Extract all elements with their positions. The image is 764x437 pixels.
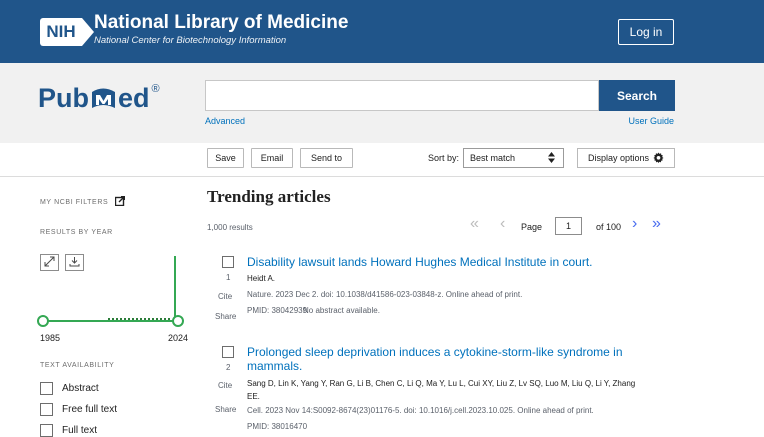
login-button[interactable]: Log in (618, 19, 674, 45)
article-pmid: PMID: 38016470 (247, 422, 308, 431)
article-authors-line2: EE. (247, 392, 260, 401)
filter-checkbox[interactable] (40, 424, 53, 437)
year-end-label: 2024 (168, 333, 189, 343)
filter-label: Abstract (62, 383, 99, 394)
pubmed-logo-text-right: ed (118, 83, 150, 113)
send-to-button[interactable]: Send to (300, 148, 353, 168)
sort-select[interactable]: Best match (463, 148, 564, 168)
next-page-icon[interactable]: › (632, 215, 637, 233)
display-options-label: Display options (587, 153, 650, 163)
search-button[interactable]: Search (599, 80, 675, 111)
nih-badge: NIH (40, 17, 94, 46)
article-checkbox[interactable] (222, 346, 234, 358)
share-button[interactable]: Share (215, 312, 236, 321)
article-citation: Nature. 2023 Dec 2. doi: 10.1038/d41586-… (247, 290, 523, 299)
article-authors: Sang D, Lin K, Yang Y, Ran G, Li B, Chen… (247, 379, 636, 388)
filter-free-full-text[interactable]: Free full text (40, 403, 117, 416)
sort-by-label: Sort by: (428, 153, 460, 163)
registered-mark: ® (151, 82, 160, 95)
cite-button[interactable]: Cite (218, 381, 232, 390)
filter-label: Free full text (62, 404, 118, 415)
pubmed-m-icon (90, 86, 117, 112)
search-input[interactable] (205, 80, 599, 111)
sort-value: Best match (470, 153, 516, 163)
nlm-title[interactable]: National Library of Medicine (94, 12, 348, 34)
expand-timeline-button[interactable] (40, 254, 59, 271)
cite-button[interactable]: Cite (218, 292, 232, 301)
article-title-link-line2[interactable]: mammals. (247, 359, 302, 373)
my-ncbi-filters-label[interactable]: MY NCBI FILTERS (40, 195, 126, 208)
year-histogram (108, 318, 170, 321)
page-number-input[interactable]: 1 (555, 217, 582, 235)
filter-checkbox[interactable] (40, 382, 53, 395)
page-label: Page (521, 222, 543, 232)
nih-header: NIH National Library of Medicine Nationa… (0, 0, 764, 63)
display-options-button[interactable]: Display options (577, 148, 675, 168)
filter-label: Full text (62, 425, 98, 436)
filter-checkbox[interactable] (40, 403, 53, 416)
my-ncbi-filters-text: MY NCBI FILTERS (40, 198, 109, 206)
year-end-handle[interactable] (172, 315, 184, 327)
advanced-search-link[interactable]: Advanced (205, 116, 245, 126)
toolbar-divider (0, 176, 764, 177)
filter-full-text[interactable]: Full text (40, 424, 97, 437)
prev-page-icon[interactable]: ‹ (500, 215, 505, 233)
article-note: No abstract available. (303, 306, 380, 315)
last-page-icon[interactable]: » (652, 215, 661, 233)
email-button[interactable]: Email (251, 148, 293, 168)
of-pages-label: of 100 (596, 222, 622, 232)
external-link-icon (114, 195, 126, 208)
article-checkbox[interactable] (222, 256, 234, 268)
gear-icon (653, 151, 664, 165)
year-start-handle[interactable] (37, 315, 49, 327)
search-band: Pub ed ® Search Advanced User Guide (0, 63, 764, 143)
year-start-label: 1985 (40, 333, 61, 343)
first-page-icon[interactable]: « (470, 215, 479, 233)
pubmed-logo[interactable]: Pub ed ® (38, 83, 160, 114)
share-button[interactable]: Share (215, 405, 236, 414)
save-button[interactable]: Save (207, 148, 244, 168)
pubmed-logo-text-left: Pub (38, 83, 89, 113)
article-title-link[interactable]: Disability lawsuit lands Howard Hughes M… (247, 255, 593, 269)
download-timeline-button[interactable] (65, 254, 84, 271)
article-number: 1 (226, 273, 231, 282)
page-title: Trending articles (207, 187, 331, 206)
results-by-year-label: RESULTS BY YEAR (40, 229, 113, 236)
ncbi-subtitle: National Center for Biotechnology Inform… (94, 35, 287, 46)
filter-abstract[interactable]: Abstract (40, 382, 99, 395)
article-pmid: PMID: 38042939 (247, 306, 308, 315)
article-title-link[interactable]: Prolonged sleep deprivation induces a cy… (247, 345, 623, 359)
results-count: 1,000 results (207, 223, 253, 232)
expand-icon (44, 254, 55, 272)
article-number: 2 (226, 363, 231, 372)
timeline-bar (174, 256, 176, 320)
text-availability-label: TEXT AVAILABILITY (40, 362, 115, 369)
download-icon (69, 254, 80, 272)
user-guide-link[interactable]: User Guide (628, 116, 674, 126)
article-authors: Heidt A. (247, 274, 276, 283)
article-citation: Cell. 2023 Nov 14:S0092-8674(23)01176-5.… (247, 406, 594, 415)
sort-arrows-icon (548, 152, 555, 163)
